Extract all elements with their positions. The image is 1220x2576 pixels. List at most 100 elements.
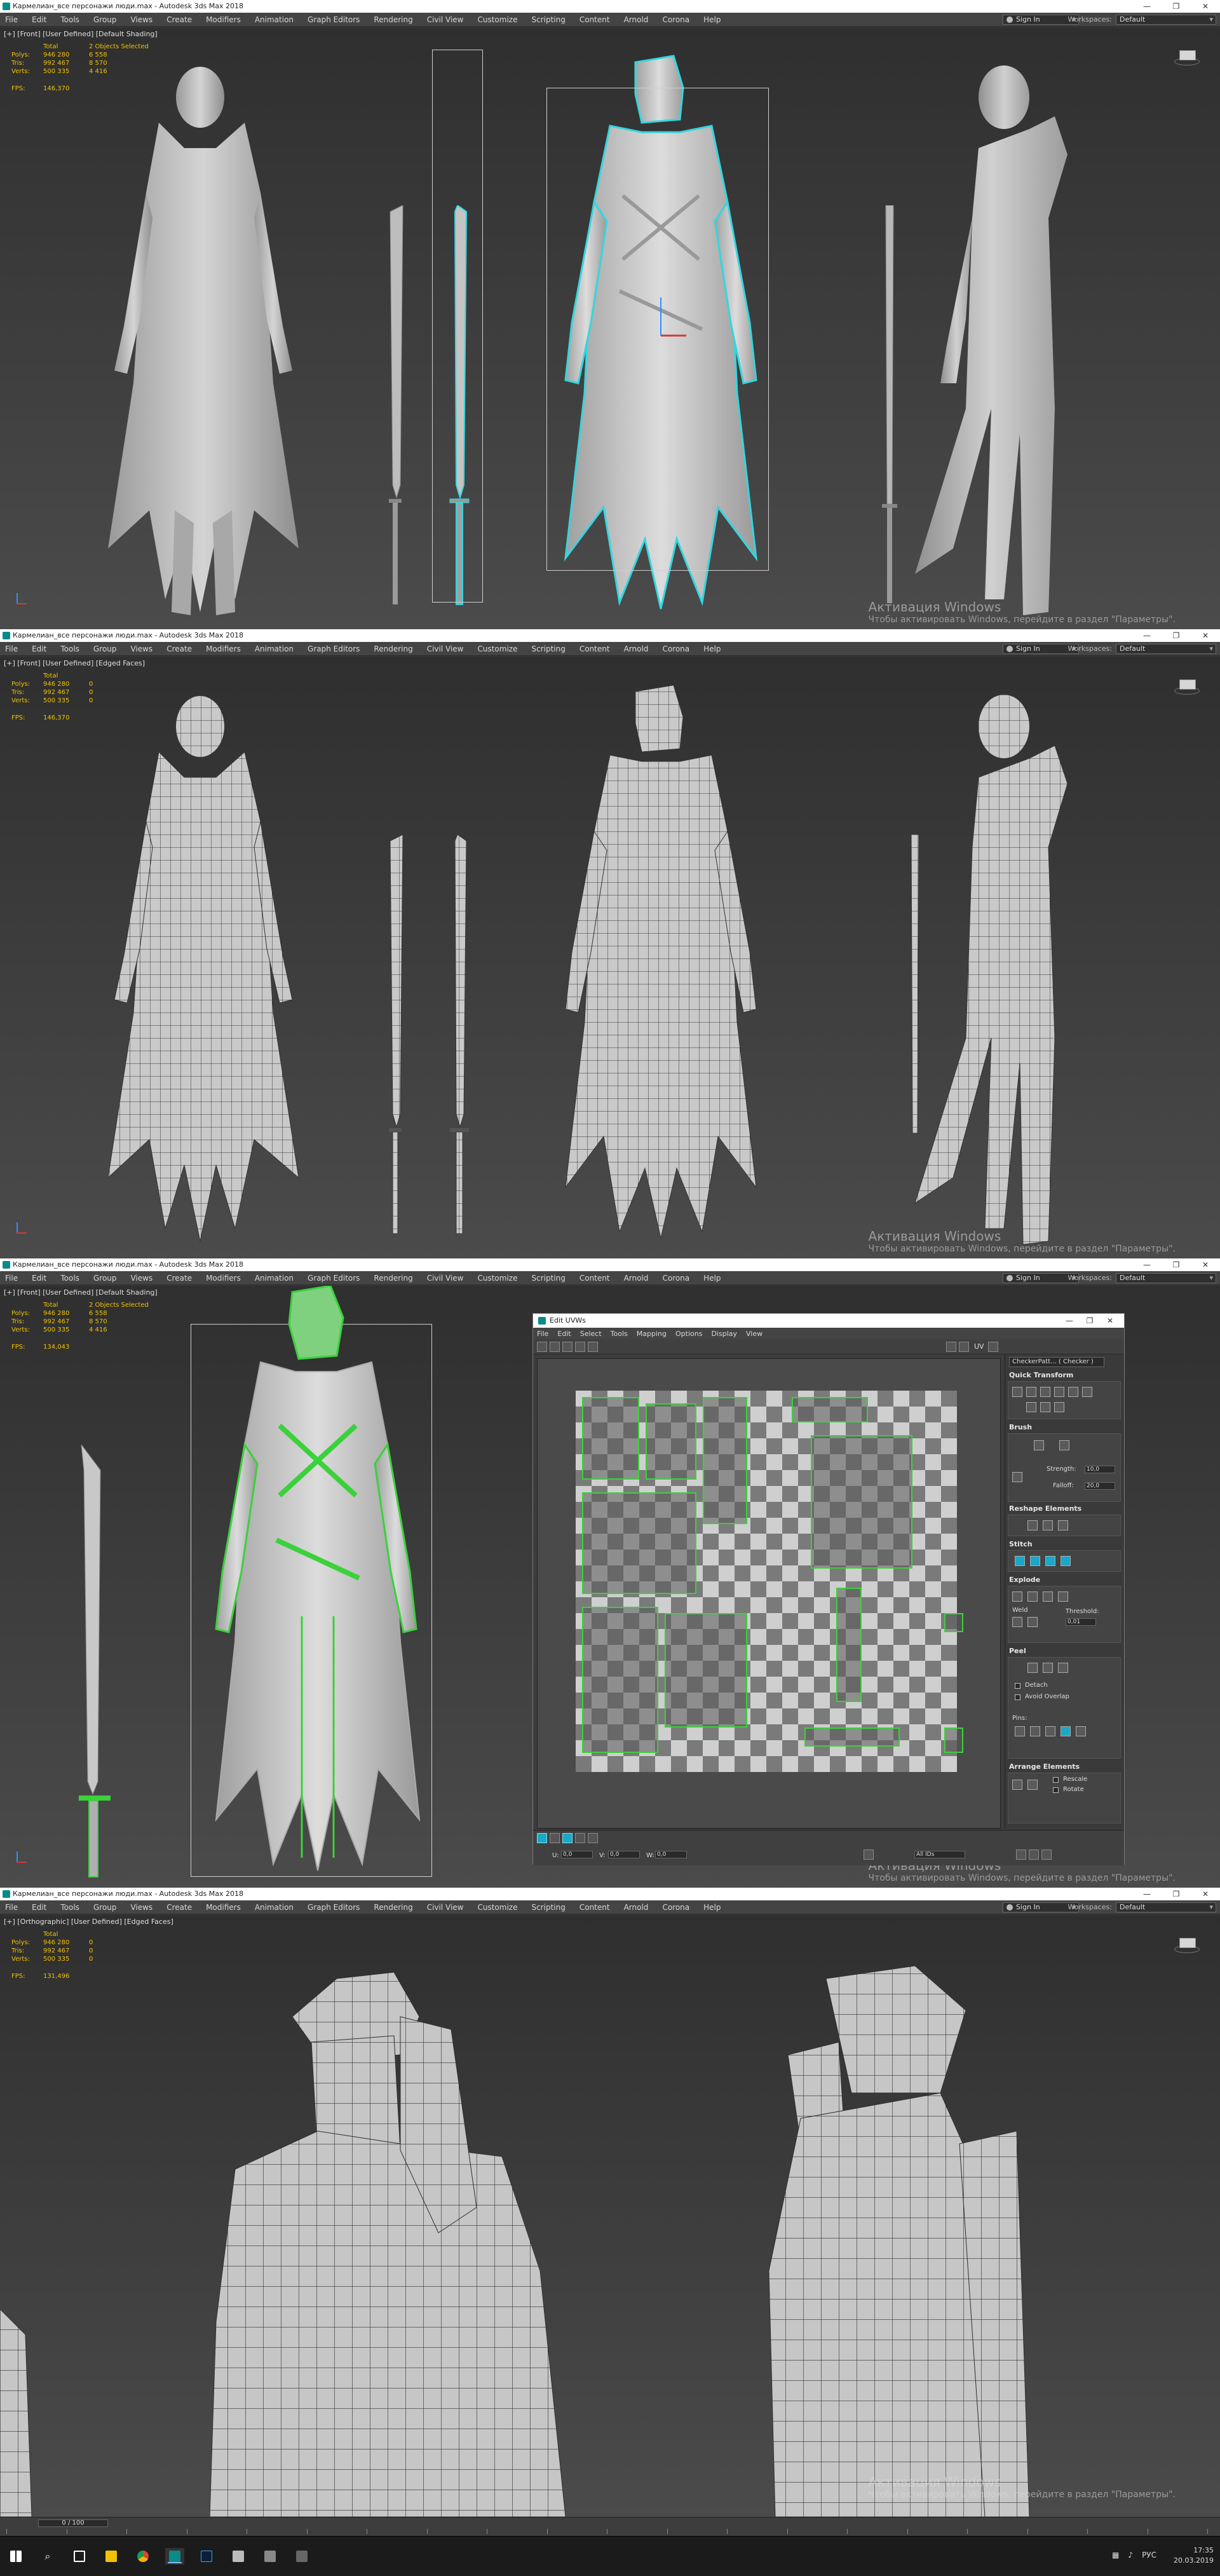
- menu-rendering[interactable]: Rendering: [374, 1274, 412, 1283]
- menu-edit[interactable]: Edit: [32, 1903, 46, 1912]
- mirror-tool-icon[interactable]: [588, 1342, 598, 1352]
- network-icon[interactable]: ▦: [1112, 2551, 1119, 2559]
- edit-uvws-window[interactable]: Edit UVWs — ❐ ✕ File Edit Select Tools M…: [532, 1313, 1125, 1865]
- menu-tools[interactable]: Tools: [60, 1274, 79, 1283]
- menu-modifiers[interactable]: Modifiers: [206, 644, 241, 653]
- uv-menu-select[interactable]: Select: [580, 1330, 602, 1338]
- menu-group[interactable]: Group: [93, 644, 117, 653]
- close-button[interactable]: ✕: [1191, 1258, 1220, 1271]
- restore-button[interactable]: ❐: [1162, 1888, 1191, 1900]
- uv-minimize-button[interactable]: —: [1059, 1314, 1080, 1328]
- menu-corona[interactable]: Corona: [662, 1274, 689, 1283]
- uv-island[interactable]: [804, 1728, 900, 1747]
- avoid-overlap-checkbox[interactable]: [1015, 1694, 1020, 1700]
- viewcube-face[interactable]: [1179, 50, 1196, 60]
- pack-custom-icon[interactable]: [1027, 1780, 1038, 1790]
- menu-modifiers[interactable]: Modifiers: [206, 1274, 241, 1283]
- menu-edit[interactable]: Edit: [32, 644, 46, 653]
- menu-animation[interactable]: Animation: [255, 15, 294, 24]
- unpin-icon[interactable]: [1030, 1726, 1040, 1736]
- menu-group[interactable]: Group: [93, 1274, 117, 1283]
- uv-menu-tools[interactable]: Tools: [611, 1330, 628, 1338]
- relax-brush-icon[interactable]: [1059, 1440, 1069, 1450]
- zoom-icon[interactable]: [1029, 1850, 1039, 1860]
- viewport-label[interactable]: [+] [Orthographic] [User Defined] [Edged…: [4, 1918, 173, 1926]
- menu-arnold[interactable]: Arnold: [624, 1274, 649, 1283]
- straighten-icon[interactable]: [1026, 1402, 1036, 1412]
- break-by-polygon-icon[interactable]: [1012, 1591, 1022, 1602]
- menu-file[interactable]: File: [5, 1274, 18, 1283]
- uv-menu-edit[interactable]: Edit: [557, 1330, 571, 1338]
- menu-arnold[interactable]: Arnold: [624, 644, 649, 653]
- menu-customize[interactable]: Customize: [477, 1903, 517, 1912]
- uv-island[interactable]: [944, 1728, 963, 1753]
- viewport-label[interactable]: [+] [Front] [User Defined] [Default Shad…: [4, 30, 158, 38]
- uv-menu-view[interactable]: View: [746, 1330, 762, 1338]
- edge-mode-icon[interactable]: [550, 1833, 560, 1843]
- menu-civil-view[interactable]: Civil View: [427, 1903, 464, 1912]
- uv-restore-button[interactable]: ❐: [1080, 1314, 1100, 1328]
- rotate-tool-icon[interactable]: [550, 1342, 560, 1352]
- stitch-to-source-icon[interactable]: [1045, 1556, 1055, 1566]
- viewport-orthographic-closeup[interactable]: [+] [Orthographic] [User Defined] [Edged…: [0, 1915, 1220, 2517]
- viewcube-face[interactable]: [1179, 679, 1196, 690]
- strength-spinner[interactable]: 10,0: [1085, 1466, 1115, 1473]
- menu-edit[interactable]: Edit: [32, 15, 46, 24]
- workspaces-dropdown[interactable]: Default ▾: [1116, 644, 1216, 654]
- close-button[interactable]: ✕: [1191, 629, 1220, 642]
- scale-tool-icon[interactable]: [562, 1342, 573, 1352]
- uv-close-button[interactable]: ✕: [1100, 1314, 1120, 1328]
- flip-icon[interactable]: [1054, 1402, 1064, 1412]
- uv-menu-file[interactable]: File: [537, 1330, 548, 1338]
- weld-selected-icon[interactable]: [1012, 1617, 1022, 1627]
- menu-tools[interactable]: Tools: [60, 644, 79, 653]
- taskbar-chrome[interactable]: [133, 2548, 152, 2565]
- checker-display-icon[interactable]: [946, 1342, 956, 1352]
- section-stitch[interactable]: Stitch: [1009, 1540, 1033, 1548]
- section-brush[interactable]: Brush: [1009, 1423, 1032, 1431]
- zoom-extents-icon[interactable]: [1041, 1850, 1052, 1860]
- menu-modifiers[interactable]: Modifiers: [206, 1903, 241, 1912]
- menu-content[interactable]: Content: [580, 1274, 610, 1283]
- taskbar-explorer[interactable]: [102, 2548, 121, 2565]
- brush-icon[interactable]: [1012, 1472, 1022, 1482]
- restore-button[interactable]: ❐: [1162, 0, 1191, 13]
- rescale-checkbox[interactable]: [1053, 1777, 1059, 1783]
- menu-scripting[interactable]: Scripting: [531, 15, 565, 24]
- texture-dropdown[interactable]: CheckerPatt... ( Checker ): [1009, 1357, 1104, 1367]
- u-spinner[interactable]: 0,0: [561, 1851, 593, 1858]
- section-reshape-elements[interactable]: Reshape Elements: [1009, 1504, 1081, 1513]
- space-horizontal-icon[interactable]: [1068, 1387, 1078, 1397]
- taskbar-3dsmax[interactable]: [165, 2548, 184, 2565]
- uv-island[interactable]: [665, 1613, 747, 1728]
- clock[interactable]: 17:35 20.03.2019: [1174, 2545, 1214, 2566]
- threshold-spinner[interactable]: 0,01: [1066, 1618, 1096, 1626]
- align-icon[interactable]: [1012, 1387, 1022, 1397]
- menu-rendering[interactable]: Rendering: [374, 644, 412, 653]
- menu-animation[interactable]: Animation: [255, 1274, 294, 1283]
- language-indicator[interactable]: РУС: [1142, 2551, 1156, 2559]
- polygon-mode-icon[interactable]: [562, 1833, 573, 1843]
- lock-icon[interactable]: [864, 1850, 874, 1860]
- menu-content[interactable]: Content: [580, 15, 610, 24]
- menu-help[interactable]: Help: [703, 1903, 721, 1912]
- section-peel[interactable]: Peel: [1009, 1647, 1026, 1655]
- menu-corona[interactable]: Corona: [662, 15, 689, 24]
- taskbar-photoshop[interactable]: [197, 2548, 216, 2565]
- falloff-spinner[interactable]: 20,0: [1085, 1482, 1115, 1490]
- stitch-to-target-icon[interactable]: [1015, 1556, 1025, 1566]
- uv-island[interactable]: [582, 1492, 696, 1594]
- uv-island[interactable]: [582, 1397, 639, 1480]
- menu-views[interactable]: Views: [130, 1274, 152, 1283]
- detach-checkbox[interactable]: [1015, 1683, 1020, 1689]
- relax-custom-icon[interactable]: [1058, 1520, 1068, 1530]
- viewport-front-wireframe[interactable]: [+] [Front] [User Defined] [Edged Faces]…: [0, 657, 1220, 1258]
- uv-island[interactable]: [646, 1403, 696, 1480]
- menu-tools[interactable]: Tools: [60, 1903, 79, 1912]
- options-icon[interactable]: [988, 1342, 998, 1352]
- close-button[interactable]: ✕: [1191, 0, 1220, 13]
- workspaces-dropdown[interactable]: Default ▾: [1116, 15, 1216, 25]
- menu-group[interactable]: Group: [93, 1903, 117, 1912]
- uv-island[interactable]: [792, 1397, 868, 1422]
- straighten-selection-icon[interactable]: [1027, 1520, 1038, 1530]
